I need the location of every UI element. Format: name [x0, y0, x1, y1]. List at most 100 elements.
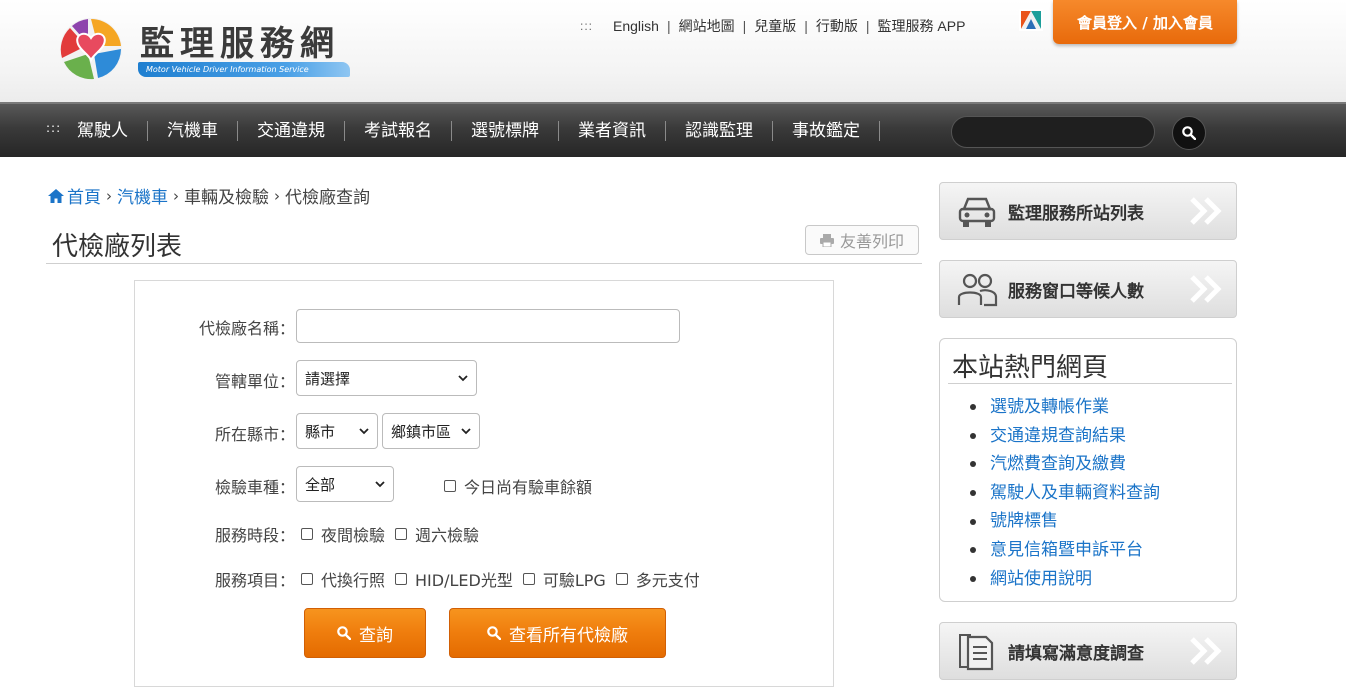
name-label: 代檢廠名稱：	[198, 319, 295, 338]
nav-search-button[interactable]	[1172, 116, 1206, 150]
license-renewal-checkbox[interactable]: 代換行照	[301, 567, 385, 591]
county-select[interactable]: 縣市	[296, 413, 378, 449]
checkbox-box[interactable]	[301, 528, 313, 540]
toplink-sitemap[interactable]: 網站地圖	[679, 16, 735, 36]
nav-item-vehicle[interactable]: 汽機車	[148, 120, 238, 141]
popular-link-fuel-fee[interactable]: 汽燃費查詢及繳費	[970, 450, 1160, 479]
unit-label: 管轄單位：	[214, 372, 295, 391]
toplink-kids[interactable]: 兒童版	[754, 16, 796, 36]
checkbox-box[interactable]	[522, 573, 535, 585]
station-list-label: 監理服務所站列表	[1008, 203, 1144, 224]
app-logo-icon[interactable]	[1019, 9, 1043, 31]
unit-select[interactable]: 請選擇	[296, 360, 477, 396]
accesskey-marker[interactable]: :::	[580, 19, 593, 33]
services-label: 服務項目：	[214, 571, 295, 590]
vehicle-type-select[interactable]: 全部	[296, 466, 394, 502]
district-select[interactable]: 鄉鎮市區	[382, 413, 480, 449]
night-inspection-checkbox[interactable]: 夜間檢驗	[301, 522, 385, 546]
nav-item-exam[interactable]: 考試報名	[345, 120, 452, 141]
breadcrumb-current: 代檢廠查詢	[285, 188, 370, 208]
login-button[interactable]: 會員登入 / 加入會員	[1053, 0, 1237, 44]
title-divider	[46, 263, 922, 264]
search-button[interactable]: 查詢	[304, 608, 426, 658]
popular-link-driver-vehicle-query[interactable]: 駕駛人及車輛資料查詢	[970, 479, 1160, 508]
view-all-stations-button[interactable]: 查看所有代檢廠	[449, 608, 666, 658]
search-form: 代檢廠名稱： 管轄單位： 請選擇 所在縣市： 縣市 鄉鎮市區 檢驗車種： 全部 …	[134, 280, 834, 687]
station-list-banner[interactable]: 監理服務所站列表	[939, 182, 1237, 240]
breadcrumb-home[interactable]: 首頁	[67, 183, 101, 208]
logo-emblem-icon	[60, 18, 122, 80]
waiting-count-label: 服務窗口等候人數	[1008, 281, 1144, 302]
vehicle-type-value: 全部	[305, 475, 336, 494]
station-name-input[interactable]	[296, 309, 680, 343]
checkbox-box[interactable]	[301, 573, 313, 585]
popular-link-plate-selection[interactable]: 選號及轉帳作業	[970, 393, 1160, 422]
popular-divider	[948, 383, 1232, 384]
nav-item-accident[interactable]: 事故鑑定	[773, 120, 880, 141]
multi-payment-checkbox[interactable]: 多元支付	[615, 567, 700, 591]
view-all-label: 查看所有代檢廠	[509, 625, 628, 646]
popular-link-site-guide[interactable]: 網站使用說明	[970, 565, 1160, 594]
saturday-inspection-checkbox[interactable]: 週六檢驗	[395, 522, 479, 546]
county-select-value: 縣市	[305, 422, 336, 441]
document-icon	[959, 634, 994, 671]
print-label: 友善列印	[839, 232, 904, 251]
nav-search-input[interactable]	[951, 116, 1155, 148]
chevron-down-icon	[458, 375, 468, 382]
toplink-app[interactable]: 監理服務 APP	[878, 16, 966, 36]
popular-pages-panel: 本站熱門網頁 選號及轉帳作業 交通違規查詢結果 汽燃費查詢及繳費 駕駛人及車輛資…	[939, 338, 1237, 602]
checkbox-box[interactable]	[615, 573, 628, 585]
breadcrumb-vehicle[interactable]: 汽機車	[117, 183, 168, 208]
double-chevron-right-icon	[1190, 197, 1222, 225]
double-chevron-right-icon	[1190, 637, 1222, 665]
separator: |	[865, 18, 870, 34]
toplink-mobile[interactable]: 行動版	[816, 16, 858, 36]
car-icon	[958, 197, 996, 227]
vehicle-label: 檢驗車種：	[214, 478, 295, 497]
hid-led-checkbox[interactable]: HID/LED光型	[395, 567, 513, 591]
search-icon	[1182, 126, 1196, 140]
toplink-english[interactable]: English	[613, 18, 659, 34]
license-renewal-label: 代換行照	[321, 571, 386, 590]
hours-options: 夜間檢驗 週六檢驗	[301, 522, 489, 546]
nav-item-plates[interactable]: 選號標牌	[452, 120, 559, 141]
nav-item-violation[interactable]: 交通違規	[238, 120, 345, 141]
breadcrumb-separator: ›	[173, 186, 179, 205]
popular-pages-title: 本站熱門網頁	[952, 353, 1109, 383]
separator: |	[804, 18, 808, 34]
nav-items: 駕駛人 汽機車 交通違規 考試報名 選號標牌 業者資訊 認識監理 事故鑑定	[58, 104, 880, 157]
popular-link-feedback[interactable]: 意見信箱暨申訴平台	[970, 536, 1160, 565]
breadcrumb-separator: ›	[274, 186, 280, 205]
nav-item-about[interactable]: 認識監理	[666, 120, 773, 141]
popular-link-violation-results[interactable]: 交通違規查詢結果	[970, 422, 1160, 451]
waiting-count-banner[interactable]: 服務窗口等候人數	[939, 260, 1237, 318]
popular-link-plate-auction[interactable]: 號牌標售	[970, 507, 1160, 536]
breadcrumb-separator: ›	[106, 186, 112, 205]
breadcrumb-inspection: 車輛及檢驗	[184, 188, 269, 208]
print-button[interactable]: 友善列印	[805, 225, 919, 255]
checkbox-box[interactable]	[395, 528, 408, 540]
double-chevron-right-icon	[1190, 275, 1222, 303]
lpg-checkbox[interactable]: 可驗LPG	[522, 567, 606, 591]
popular-pages-list: 選號及轉帳作業 交通違規查詢結果 汽燃費查詢及繳費 駕駛人及車輛資料查詢 號牌標…	[970, 393, 1160, 593]
search-icon	[487, 626, 501, 640]
lpg-label: 可驗LPG	[542, 571, 606, 590]
chevron-down-icon	[375, 481, 385, 488]
site-header: 監理服務網 Motor Vehicle Driver Information S…	[0, 0, 1346, 102]
checkbox-box[interactable]	[395, 573, 408, 585]
page-title: 代檢廠列表	[52, 232, 183, 262]
unit-select-value: 請選擇	[305, 369, 351, 388]
nav-item-driver[interactable]: 駕駛人	[58, 120, 148, 141]
nav-item-business[interactable]: 業者資訊	[559, 120, 666, 141]
separator: |	[666, 18, 671, 34]
people-icon	[957, 273, 998, 307]
chevron-down-icon	[359, 428, 369, 435]
hours-label: 服務時段：	[214, 526, 295, 545]
checkbox-box[interactable]	[444, 480, 456, 492]
separator: |	[742, 18, 747, 34]
site-title: 監理服務網	[140, 24, 340, 64]
quota-checkbox[interactable]: 今日尚有驗車餘額	[444, 474, 592, 498]
satisfaction-survey-banner[interactable]: 請填寫滿意度調查	[939, 622, 1237, 680]
district-select-value: 鄉鎮市區	[391, 422, 452, 441]
site-logo[interactable]: 監理服務網 Motor Vehicle Driver Information S…	[58, 14, 358, 84]
